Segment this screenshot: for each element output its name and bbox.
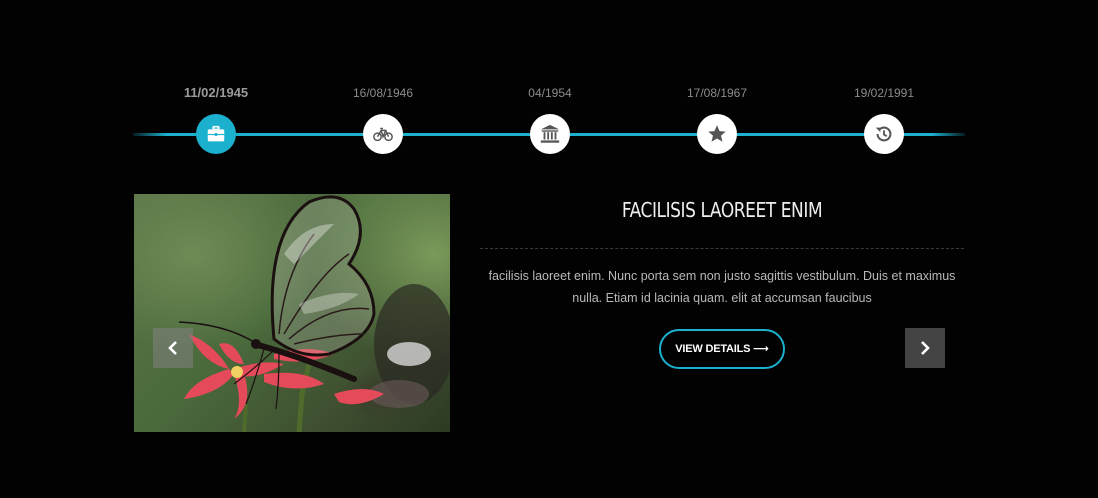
briefcase-icon <box>207 125 225 142</box>
timeline-dot[interactable] <box>196 114 236 154</box>
bicycle-icon <box>373 127 393 142</box>
timeline-date: 04/1954 <box>528 86 572 100</box>
slide-content: FACILISIS LAOREET ENIM facilisis laoreet… <box>480 190 964 369</box>
chevron-left-icon <box>168 341 177 355</box>
history-icon <box>875 126 892 142</box>
divider <box>480 248 964 249</box>
butterfly-photo <box>134 194 450 432</box>
timeline-item-2[interactable]: 16/08/1946 <box>323 80 443 154</box>
view-details-button[interactable]: VIEW DETAILS ⟶ <box>659 329 785 369</box>
timeline-item-3[interactable]: 04/1954 <box>490 80 610 154</box>
prev-slide-button[interactable] <box>153 328 193 368</box>
timeline-dot[interactable] <box>530 114 570 154</box>
timeline-dot[interactable] <box>363 114 403 154</box>
timeline-item-5[interactable]: 19/02/1991 <box>824 80 944 154</box>
timeline-date: 11/02/1945 <box>183 85 249 100</box>
timeline: 11/02/1945 16/08/1946 04/1954 17/08/1967… <box>133 80 965 160</box>
slide-description: facilisis laoreet enim. Nunc porta sem n… <box>488 269 956 305</box>
timeline-item-4[interactable]: 17/08/1967 <box>657 80 777 154</box>
star-icon <box>708 125 726 142</box>
bank-icon <box>540 124 560 143</box>
timeline-date: 19/02/1991 <box>853 86 915 100</box>
butterfly-illustration <box>178 195 450 432</box>
timeline-date: 17/08/1967 <box>686 86 748 100</box>
timeline-item-1[interactable]: 11/02/1945 <box>156 80 276 154</box>
timeline-dot[interactable] <box>697 114 737 154</box>
timeline-dot[interactable] <box>864 114 904 154</box>
slide-title: FACILISIS LAOREET ENIM <box>621 198 823 222</box>
timeline-date: 16/08/1946 <box>352 86 414 100</box>
